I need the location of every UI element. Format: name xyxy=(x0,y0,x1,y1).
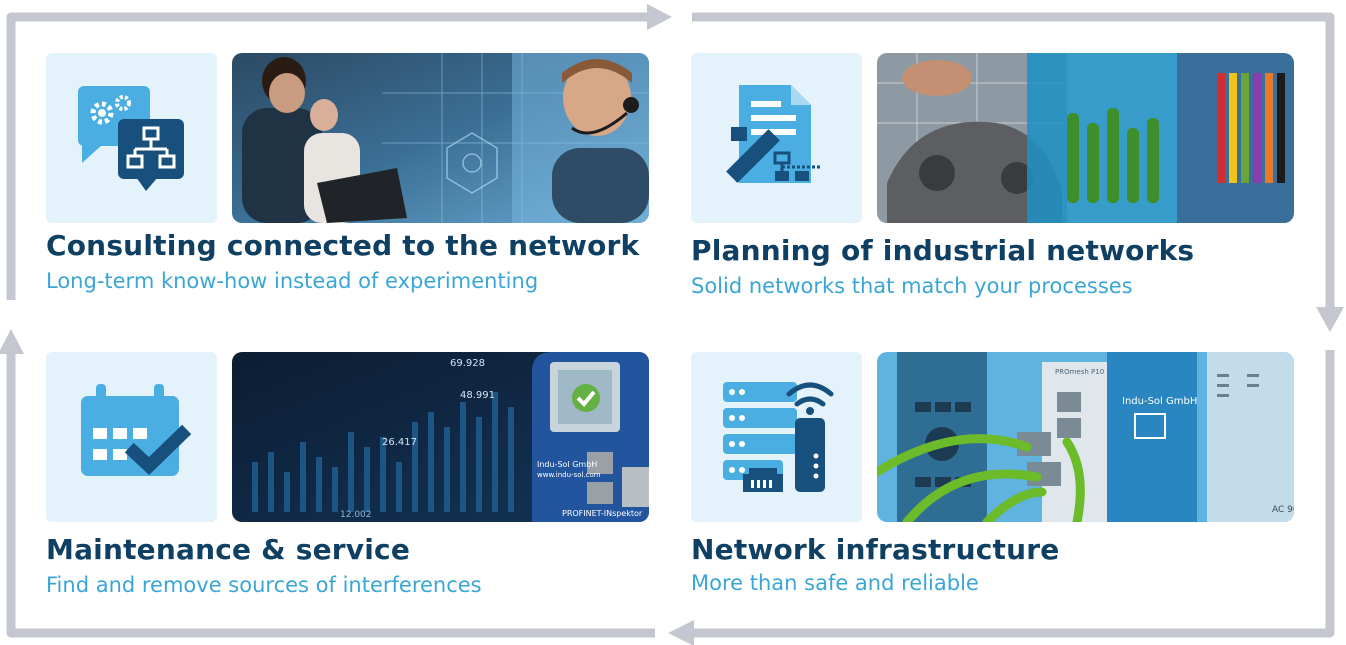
arrowhead-left xyxy=(668,620,694,645)
photo-text-2: Indu-Sol GmbH xyxy=(1122,396,1197,407)
consulting-chat-network-icon xyxy=(78,86,184,191)
calendar-check-icon xyxy=(81,384,192,476)
card-title: Consulting connected to the network xyxy=(46,229,640,262)
card-maintenance[interactable]: 69.928 48.991 26.417 12.002 Indu-Sol Gmb… xyxy=(46,352,649,602)
card-subtitle: Find and remove sources of interferences xyxy=(46,573,482,597)
card-subtitle: More than safe and reliable xyxy=(691,571,979,595)
network-switch-cables-photo: PROmesh P10 Indu-Sol GmbH AC 90 xyxy=(877,352,1294,522)
arrowhead-up xyxy=(0,329,24,354)
card-subtitle: Solid networks that match your processes xyxy=(691,274,1133,298)
card-title: Maintenance & service xyxy=(46,533,411,566)
planning-icon-tile xyxy=(691,53,862,223)
planning-document-pencil-icon xyxy=(726,85,821,183)
card-title: Planning of industrial networks xyxy=(691,234,1195,267)
infrastructure-icon-tile xyxy=(691,352,862,522)
photo-text-3: 26.417 xyxy=(382,437,417,448)
card-subtitle: Long-term know-how instead of experiment… xyxy=(46,269,539,293)
arrowhead-right xyxy=(647,4,672,30)
consulting-icon-tile xyxy=(46,53,217,223)
card-network-infrastructure[interactable]: PROmesh P10 Indu-Sol GmbH AC 90 Network … xyxy=(691,352,1294,607)
server-router-icon xyxy=(723,382,834,492)
card-title: Network infrastructure xyxy=(691,533,1060,566)
photo-text-1: 69.928 xyxy=(450,358,485,369)
diagnostic-device-data-photo: 69.928 48.991 26.417 12.002 Indu-Sol Gmb… xyxy=(232,352,649,522)
photo-text-4: 12.002 xyxy=(340,510,372,520)
photo-text-2: 48.991 xyxy=(460,390,495,401)
photo-text-5: PROFINET-INspektor xyxy=(562,509,643,518)
industrial-production-collage-photo xyxy=(877,53,1294,223)
consultants-with-laptop-photo xyxy=(232,53,649,223)
photo-text-7: www.indu-sol.com xyxy=(537,471,601,479)
card-consulting[interactable]: Consulting connected to the network Long… xyxy=(46,53,649,298)
photo-text-3: AC 90 xyxy=(1272,505,1294,515)
photo-text-1: PROmesh P10 xyxy=(1055,368,1104,376)
photo-text-6: Indu-Sol GmbH xyxy=(537,460,597,469)
arrowhead-down xyxy=(1316,307,1344,332)
card-planning[interactable]: Planning of industrial networks Solid ne… xyxy=(691,53,1294,303)
maintenance-icon-tile xyxy=(46,352,217,522)
